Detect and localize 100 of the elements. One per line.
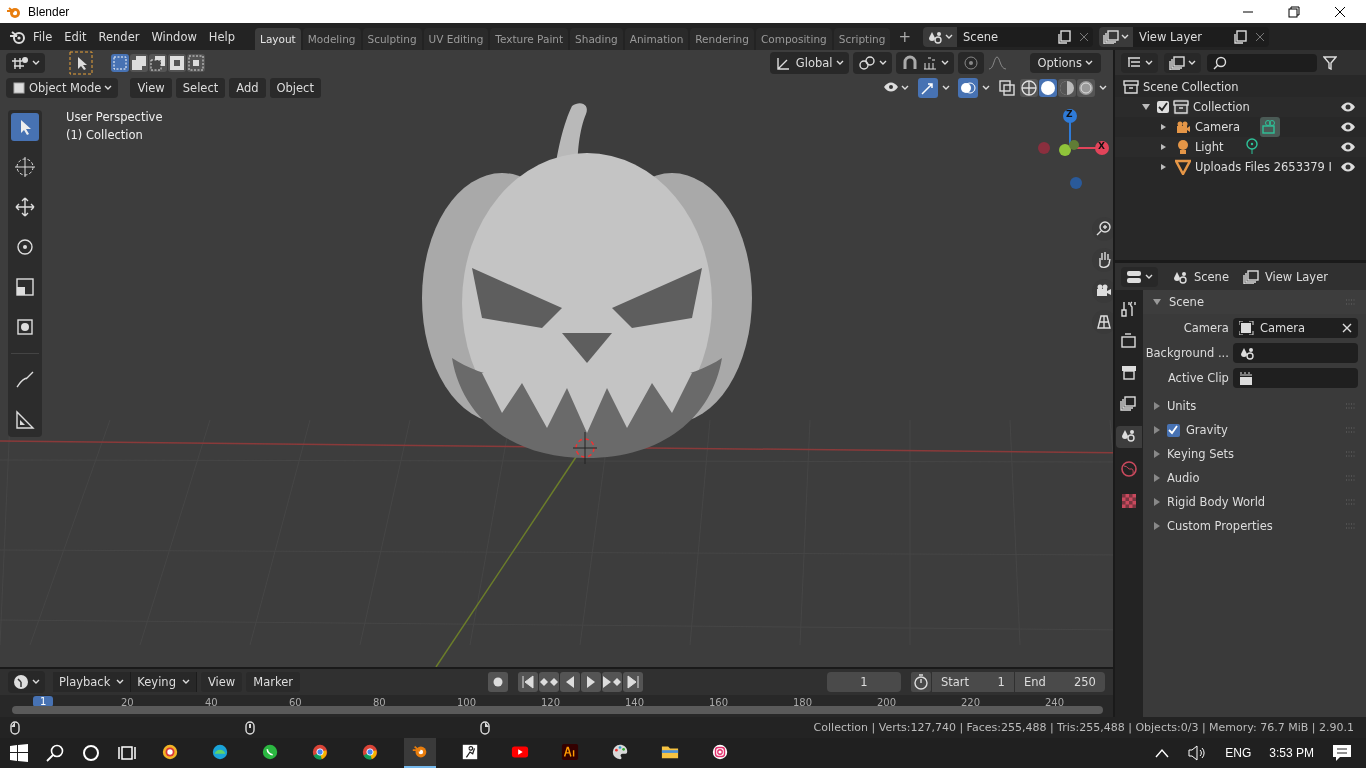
panel-title[interactable]: Audio	[1166, 471, 1200, 485]
play-icon[interactable]	[580, 672, 601, 692]
select-tool-icon[interactable]	[11, 113, 39, 141]
volume-icon[interactable]	[1187, 745, 1208, 761]
editor-type-selector[interactable]	[8, 671, 45, 693]
timeline-menu[interactable]: Marker	[246, 672, 300, 692]
falloff-curve-icon[interactable]	[987, 54, 1008, 71]
expanded-arrow-icon[interactable]	[1152, 298, 1161, 306]
outliner-item[interactable]: Light	[1194, 140, 1224, 154]
clear-icon[interactable]	[1342, 323, 1352, 333]
blender-logo-icon[interactable]	[404, 738, 436, 768]
options-dropdown[interactable]: Options	[1029, 52, 1101, 73]
stopwatch-icon[interactable]	[910, 672, 931, 692]
shading-solid-icon[interactable]	[1038, 78, 1057, 97]
context-tab[interactable]: View Layer	[1242, 269, 1328, 284]
timeline-menu[interactable]: View	[200, 672, 243, 692]
object-field[interactable]	[1232, 343, 1358, 363]
collapsed-arrow-icon[interactable]	[1152, 426, 1161, 434]
selection-mode-new-icon[interactable]	[111, 53, 129, 72]
cortana-circle-icon[interactable]	[82, 744, 100, 762]
xray-toggle-icon[interactable]	[997, 78, 1016, 97]
outliner-item[interactable]: Collection	[1192, 100, 1250, 114]
workspace-tab[interactable]: Layout	[255, 27, 301, 50]
shading-wireframe-icon[interactable]	[1019, 78, 1038, 97]
chevron-up-icon[interactable]	[1155, 748, 1170, 758]
windows-start-icon[interactable]	[10, 744, 28, 762]
play-reverse-icon[interactable]	[559, 672, 580, 692]
timeline-dropdown[interactable]: Keying	[131, 672, 197, 692]
editor-type-selector[interactable]	[1120, 266, 1158, 287]
display-mode-dropdown[interactable]	[1120, 52, 1158, 73]
viewport-menu[interactable]: Select	[175, 77, 226, 98]
timeline-dropdown[interactable]: Playback	[53, 672, 132, 692]
view-layer-selector[interactable]	[1099, 26, 1133, 47]
workspace-tab[interactable]: Rendering	[690, 27, 754, 50]
workspace-tab[interactable]: Texture Paint	[490, 27, 569, 50]
collapsed-arrow-icon[interactable]	[1152, 522, 1161, 530]
jump-start-icon[interactable]	[517, 672, 538, 692]
workspace-tab[interactable]: Shading	[570, 27, 623, 50]
menu-item[interactable]: Help	[202, 29, 242, 44]
selection-mode-subtract-icon[interactable]	[149, 53, 167, 72]
workspace-tab[interactable]: Animation	[624, 27, 689, 50]
gizmo-toggle-icon[interactable]	[917, 77, 938, 98]
menu-item[interactable]: Render	[92, 29, 146, 44]
search-field[interactable]	[1206, 53, 1317, 72]
eye-icon[interactable]	[1340, 161, 1356, 173]
mode-dropdown[interactable]: Object Mode	[6, 77, 119, 98]
context-tab[interactable]: Scene	[1171, 269, 1229, 284]
copy-icon[interactable]	[1057, 29, 1071, 44]
current-frame-field[interactable]: 1	[826, 672, 901, 692]
eye-icon[interactable]	[1340, 121, 1356, 133]
shading-material-icon[interactable]	[1057, 78, 1076, 97]
overlay-toggle-icon[interactable]	[957, 77, 978, 98]
transform-orientation-dropdown[interactable]: Global	[769, 51, 849, 74]
end-frame-field[interactable]: End 250	[1014, 672, 1105, 692]
selection-mode-intersect-icon[interactable]	[187, 53, 205, 72]
expanded-arrow-icon[interactable]	[1140, 102, 1151, 112]
copy-icon[interactable]	[1233, 29, 1247, 44]
add-workspace-button[interactable]: +	[892, 27, 917, 46]
previous-keyframe-icon[interactable]	[538, 672, 559, 692]
workspace-tab[interactable]: UV Editing	[423, 27, 489, 50]
viewport-menu[interactable]: View	[130, 77, 172, 98]
selection-mode-invert-icon[interactable]	[168, 53, 186, 72]
filter-icon[interactable]	[1322, 55, 1337, 70]
pivot-selector[interactable]	[852, 51, 892, 74]
eye-icon[interactable]	[1340, 101, 1356, 113]
blender-logo-icon[interactable]	[9, 28, 27, 45]
selection-mode-extend-icon[interactable]	[130, 53, 148, 72]
exclude-checkbox[interactable]	[1156, 101, 1169, 113]
search-icon[interactable]	[46, 744, 64, 762]
start-frame-field[interactable]: Start 1	[931, 672, 1014, 692]
next-keyframe-icon[interactable]	[601, 672, 622, 692]
menu-item[interactable]: Edit	[58, 29, 93, 44]
outliner-item[interactable]: Scene Collection	[1142, 80, 1239, 94]
timeline-scrollbar[interactable]	[12, 706, 1103, 714]
outliner-item[interactable]: Camera	[1194, 120, 1241, 134]
clock-time[interactable]: 3:53 PM	[1269, 746, 1314, 760]
panel-title[interactable]: Rigid Body World	[1166, 495, 1266, 509]
workspace-tab[interactable]: Sculpting	[362, 27, 422, 50]
task-view-icon[interactable]	[118, 744, 136, 762]
view-layer-dropdown[interactable]	[1163, 52, 1201, 73]
panel-title[interactable]: Custom Properties	[1166, 519, 1273, 533]
notifications-icon[interactable]	[1332, 744, 1352, 762]
collapsed-arrow-icon[interactable]	[1152, 450, 1161, 458]
camera-data-icon[interactable]	[1260, 117, 1281, 137]
snap-selector[interactable]	[895, 51, 954, 74]
panel-title[interactable]: Gravity	[1185, 423, 1228, 437]
collapsed-arrow-icon[interactable]	[1152, 474, 1161, 482]
panel-title[interactable]: Units	[1166, 399, 1197, 413]
panel-title[interactable]: Keying Sets	[1166, 447, 1235, 461]
scene-tab-icon[interactable]	[1115, 426, 1142, 448]
object-field[interactable]: Camera	[1232, 318, 1358, 338]
shading-rendered-icon[interactable]	[1076, 78, 1095, 97]
select-tool-icon[interactable]	[69, 50, 93, 75]
navigation-gizmo-icon[interactable]	[1036, 108, 1112, 192]
jump-end-icon[interactable]	[622, 672, 643, 692]
workspace-tab[interactable]: Compositing	[755, 27, 832, 50]
viewport-menu[interactable]: Object	[269, 77, 321, 98]
workspace-tab[interactable]: Modeling	[302, 27, 361, 50]
language-indicator[interactable]: ENG	[1225, 746, 1252, 760]
maximize-icon[interactable]	[1288, 5, 1300, 18]
